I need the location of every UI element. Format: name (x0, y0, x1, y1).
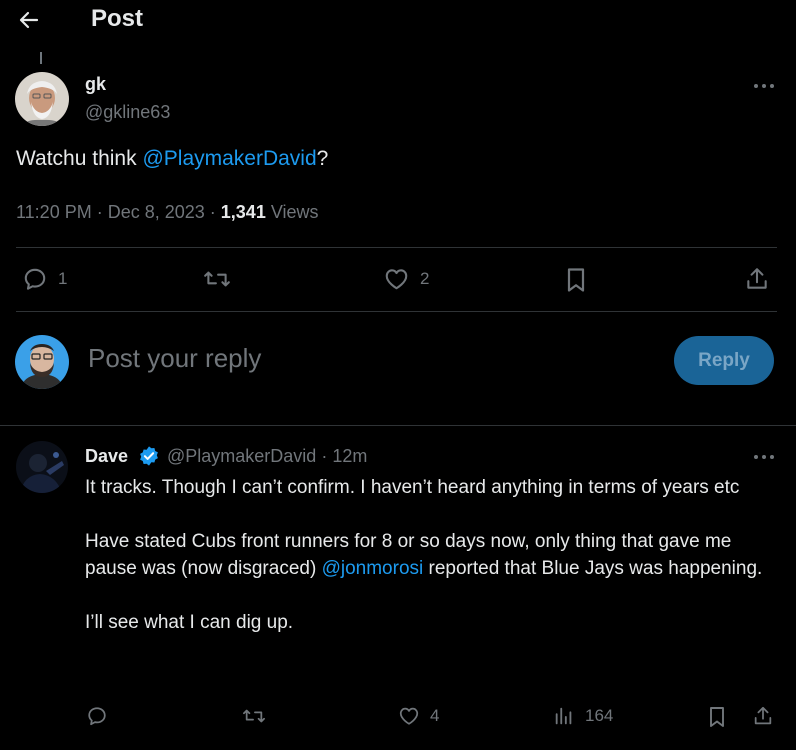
retweet-icon (204, 271, 230, 287)
top-bar: Post (0, 0, 796, 40)
page-title: Post (91, 5, 144, 32)
author-name[interactable]: gk (85, 74, 106, 95)
bookmark-icon (710, 707, 724, 727)
divider (0, 425, 796, 426)
mention-link[interactable]: @jonmorosi (322, 558, 424, 579)
back-arrow-icon (19, 11, 39, 29)
author-avatar[interactable] (15, 72, 69, 126)
reply-paragraph: I’ll see what I can dig up. (85, 612, 294, 633)
reply-reply-button[interactable] (86, 705, 108, 727)
mention-link[interactable]: @PlaymakerDavid (142, 147, 316, 170)
retweet-icon (243, 709, 265, 723)
retweet-button[interactable] (203, 266, 231, 292)
bookmark-button[interactable] (564, 266, 588, 294)
views-label: Views (265, 202, 319, 222)
more-icon (754, 455, 774, 459)
reply-views-button[interactable]: 164 (553, 705, 613, 727)
reply-count: 1 (58, 269, 68, 288)
reply-submit-button[interactable]: Reply (674, 336, 774, 385)
tweet-text-start: Watchu think (16, 147, 143, 170)
tweet-text-end: ? (316, 147, 329, 170)
reply-views-count: 164 (585, 706, 614, 725)
divider (16, 247, 777, 248)
reply-meta: @PlaymakerDavid · 12m (167, 446, 367, 467)
views-count: 1,341 (220, 202, 266, 222)
reply-retweet-button[interactable] (242, 705, 266, 727)
tweet-more-button[interactable] (752, 76, 776, 96)
tweet-meta: 11:20 PM · Dec 8, 2023 · 1,341 Views (16, 202, 319, 223)
verified-badge (138, 445, 160, 467)
reply-author-handle[interactable]: @PlaymakerDavid (167, 446, 316, 466)
tweet-text: Watchu think @PlaymakerDavid? (16, 147, 328, 171)
reply-text-segment: reported that Blue Jays was happening. (423, 558, 763, 579)
reply-more-button[interactable] (752, 447, 776, 467)
avatar-image (16, 441, 68, 493)
share-button[interactable] (744, 266, 770, 292)
bookmark-icon (567, 268, 585, 292)
reply-share-button[interactable] (752, 705, 774, 727)
share-icon (747, 268, 767, 289)
author-handle[interactable]: @gkline63 (85, 102, 170, 123)
current-user-avatar[interactable] (15, 335, 69, 389)
like-count: 2 (420, 269, 430, 288)
reply-button[interactable]: 1 (22, 266, 67, 292)
avatar-image (15, 335, 69, 389)
thread-connector (40, 52, 42, 64)
divider (16, 311, 777, 312)
reply-author-avatar[interactable] (16, 441, 68, 493)
reply-icon (88, 707, 106, 726)
avatar-image (15, 72, 69, 126)
views-icon (555, 707, 572, 725)
reply-paragraph: Have stated Cubs front runners for 8 or … (85, 528, 775, 582)
like-button[interactable]: 2 (383, 266, 429, 292)
like-icon (385, 269, 408, 290)
back-button[interactable] (12, 4, 46, 36)
reply-like-count: 4 (430, 706, 440, 725)
reply-input[interactable]: Post your reply (88, 343, 261, 374)
tweet-timestamp[interactable]: 11:20 PM · Dec 8, 2023 · (16, 202, 221, 222)
like-icon (399, 707, 419, 725)
reply-author-name[interactable]: Dave (85, 446, 128, 467)
reply-icon (24, 268, 46, 290)
reply-bookmark-button[interactable] (707, 705, 727, 729)
reply-paragraph: It tracks. Though I can’t confirm. I hav… (85, 477, 740, 498)
reply-like-button[interactable]: 4 (398, 705, 439, 727)
share-icon (754, 706, 772, 725)
more-icon (754, 84, 774, 88)
verified-badge-icon (140, 446, 158, 466)
reply-text: It tracks. Though I can’t confirm. I hav… (85, 474, 775, 636)
reply-timestamp[interactable]: · 12m (316, 446, 367, 466)
